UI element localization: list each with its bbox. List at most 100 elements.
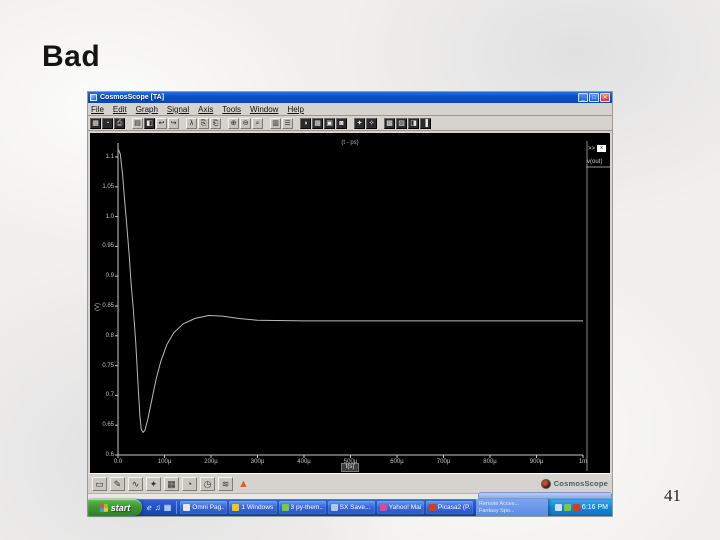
background-window-edge[interactable] — [478, 492, 612, 499]
legend-signal-label[interactable]: v(out) — [587, 159, 602, 165]
x-tick-label: 200µ — [204, 459, 218, 465]
waveform-graph-panel[interactable]: (t - ps) (V) >> x v(out) t(s) 1.1 1.05 1.0… — [90, 133, 610, 473]
minimize-button[interactable]: _ — [578, 93, 588, 102]
select-region-icon[interactable]: ▭ — [92, 476, 107, 491]
copy-icon[interactable]: ⎘ — [198, 117, 209, 129]
camera-icon[interactable]: ◙ — [336, 117, 347, 129]
menu-graph[interactable]: Graph — [136, 105, 158, 114]
taskbar-button[interactable]: 3 py-them... — [278, 501, 326, 514]
taskbar-button[interactable]: Omni Pag... — [180, 501, 228, 514]
y-tick-label: 0.75 — [102, 362, 114, 369]
taskbar-button[interactable]: Yahoo! Mai... — [376, 501, 424, 514]
menu-help[interactable]: Help — [287, 105, 303, 114]
y-tick-label: 1.1 — [105, 154, 114, 160]
media-player-icon[interactable]: ♫ — [155, 503, 161, 513]
report-icon[interactable]: ▣ — [324, 117, 335, 129]
taskbar-button[interactable]: SX Save... — [327, 501, 375, 514]
deskband-item[interactable]: Remote Acces... — [479, 501, 545, 507]
x-tick-label: 1m — [578, 459, 588, 465]
y-tick-label: 0.6 — [105, 452, 114, 458]
new-graph-icon[interactable]: ▥ — [270, 117, 281, 129]
menu-window[interactable]: Window — [250, 105, 278, 114]
menu-tools[interactable]: Tools — [222, 105, 241, 114]
x-tick-label: 400µ — [297, 459, 311, 465]
y-tick-label: 1.05 — [102, 183, 114, 190]
measure-clock-icon[interactable]: ◔ — [182, 476, 197, 491]
waveform-plot — [115, 141, 610, 471]
window-titlebar[interactable]: CosmosScope [TA] _ □ ✕ — [88, 92, 612, 103]
x-tick-label: 500µ — [343, 459, 358, 465]
start-button-label: start — [110, 502, 131, 513]
menu-edit[interactable]: Edit — [113, 105, 127, 114]
taskbar-button-label: Picasa2 (P... — [437, 504, 470, 511]
marker-icon[interactable]: ✦ — [354, 117, 365, 129]
deskband-item[interactable]: Fantasy Spo... — [479, 508, 545, 514]
y-tick-label: 0.9 — [105, 273, 114, 280]
menu-axis[interactable]: Axis — [198, 105, 213, 114]
antivirus-tray-icon[interactable] — [563, 504, 571, 511]
save-icon[interactable]: ◧ — [144, 117, 155, 129]
window-title: CosmosScope [TA] — [100, 94, 165, 101]
waveform-calc-icon[interactable]: ▨ — [396, 117, 407, 129]
taskbar-button-icon — [428, 504, 436, 511]
legend-marker: >> — [588, 146, 596, 152]
print-icon[interactable]: ⎙ — [114, 117, 125, 129]
show-desktop-icon[interactable]: ▦ — [164, 503, 172, 513]
app-icon — [90, 94, 97, 101]
taskbar-button-icon — [183, 504, 191, 511]
menu-signal[interactable]: Signal — [167, 105, 189, 114]
waveform-view-icon[interactable]: ∿ — [128, 476, 143, 491]
x-tick-label: 800µ — [483, 459, 497, 465]
messenger-tray-icon[interactable] — [572, 504, 580, 511]
close-button[interactable]: ✕ — [600, 93, 610, 102]
undo-icon[interactable]: ↩ — [156, 117, 167, 129]
paste-icon[interactable]: ⎗ — [210, 117, 221, 129]
system-tray: 6:16 PM — [548, 499, 612, 516]
maximize-button[interactable]: □ — [589, 93, 599, 102]
delete-icon[interactable]: λ — [186, 117, 197, 129]
stopwatch-icon[interactable]: ◷ — [200, 476, 215, 491]
zoom-fit-icon[interactable]: ⌕ — [252, 117, 263, 129]
legend-checkbox[interactable]: x — [597, 145, 606, 152]
open-plotfile-icon[interactable]: ◔ — [102, 117, 113, 129]
open-design-icon[interactable]: ▦ — [90, 117, 101, 129]
taskbar-button[interactable]: Picasa2 (P... — [425, 501, 474, 514]
taskbar-button-icon — [281, 504, 289, 511]
taskbar-button[interactable]: 1 Windows... — [229, 501, 277, 514]
volume-tray-icon[interactable] — [554, 504, 562, 511]
iplot-icon[interactable]: ◨ — [408, 117, 419, 129]
help-tool-icon[interactable]: ▐ — [420, 117, 431, 129]
redo-icon[interactable]: ↪ — [168, 117, 179, 129]
y-tick-label: 0.95 — [102, 243, 114, 250]
bottom-toolbar-icons: ▭ ✎ ∿ ✦ ▦ ◔ ◷ ≋ ▲ — [92, 476, 251, 491]
zoom-in-icon[interactable]: ⊕ — [228, 117, 239, 129]
menu-file[interactable]: File — [91, 105, 104, 114]
pencil-annotate-icon[interactable]: ✎ — [110, 476, 125, 491]
slide-title: Bad — [42, 40, 101, 73]
zoom-out-icon[interactable]: ⊖ — [240, 117, 251, 129]
marker-pair-icon[interactable]: ✧ — [366, 117, 377, 129]
pointer-tools-icon[interactable]: ✦ — [146, 476, 161, 491]
calculator-icon[interactable]: ▦ — [164, 476, 179, 491]
brand-text: CosmosScope — [553, 479, 608, 488]
x-tick-label: 900µ — [529, 459, 544, 465]
slide-page-number: 41 — [664, 486, 681, 505]
taskbar: start ℯ♫▦ Omni Pag... 1 Windows... 3 py-th… — [88, 499, 612, 516]
taskbar-deskband: Remote Acces... Fantasy Spo... — [476, 499, 548, 516]
cosmosscope-logo-icon — [540, 478, 551, 489]
x-tick-label: 700µ — [436, 459, 451, 465]
start-button[interactable]: start — [88, 499, 142, 516]
windows-flag-icon — [99, 503, 108, 512]
signal-list-icon[interactable]: ≋ — [218, 476, 233, 491]
taskbar-button-icon — [330, 504, 338, 511]
spreadsheet-icon[interactable]: ▦ — [312, 117, 323, 129]
open-folder-icon[interactable]: ▤ — [132, 117, 143, 129]
waveform-trace[interactable] — [118, 149, 584, 434]
tile-graphs-icon[interactable]: ☰ — [282, 117, 293, 129]
signal-manager-icon[interactable]: ▩ — [384, 117, 395, 129]
measure-icon[interactable]: ◑ — [300, 117, 311, 129]
window-buttons: _ □ ✕ — [578, 93, 610, 102]
brand: CosmosScope — [540, 478, 608, 489]
synopsys-triangle-icon[interactable]: ▲ — [236, 476, 251, 491]
internet-explorer-icon[interactable]: ℯ — [147, 503, 152, 513]
